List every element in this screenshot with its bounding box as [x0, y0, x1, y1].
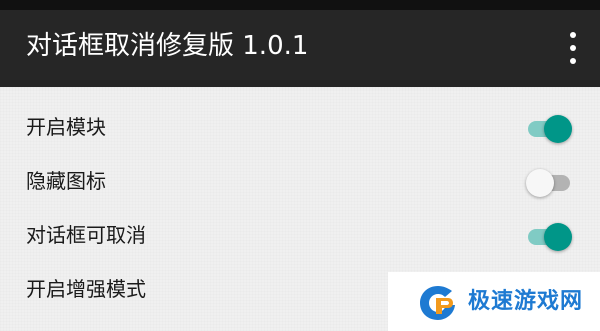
hide-icon-switch[interactable] — [526, 169, 570, 197]
more-vert-icon — [570, 58, 576, 64]
overflow-menu-button[interactable] — [566, 32, 580, 64]
switch-thumb — [526, 169, 554, 197]
enable-module-switch[interactable] — [528, 115, 572, 143]
switch-thumb — [544, 223, 572, 251]
app-toolbar: 对话框取消修复版 1.0.1 — [0, 10, 600, 87]
watermark-text: 极速游戏网 — [468, 289, 584, 314]
setting-label: 对话框可取消 — [26, 223, 146, 247]
switch-thumb — [544, 115, 572, 143]
more-vert-icon — [570, 32, 576, 38]
setting-label: 隐藏图标 — [26, 169, 106, 193]
site-logo-icon — [420, 286, 455, 320]
dialog-cancelable-switch[interactable] — [528, 223, 572, 251]
setting-row-enable-module[interactable]: 开启模块 — [0, 101, 600, 155]
app-title: 对话框取消修复版 1.0.1 — [26, 31, 309, 61]
status-bar — [0, 0, 600, 10]
setting-label: 开启模块 — [26, 115, 106, 139]
setting-label: 开启增强模式 — [26, 277, 146, 301]
setting-row-dialog-cancelable[interactable]: 对话框可取消 — [0, 209, 600, 263]
more-vert-icon — [570, 45, 576, 51]
watermark: 极速游戏网 — [388, 272, 600, 331]
setting-row-hide-icon[interactable]: 隐藏图标 — [0, 155, 600, 209]
